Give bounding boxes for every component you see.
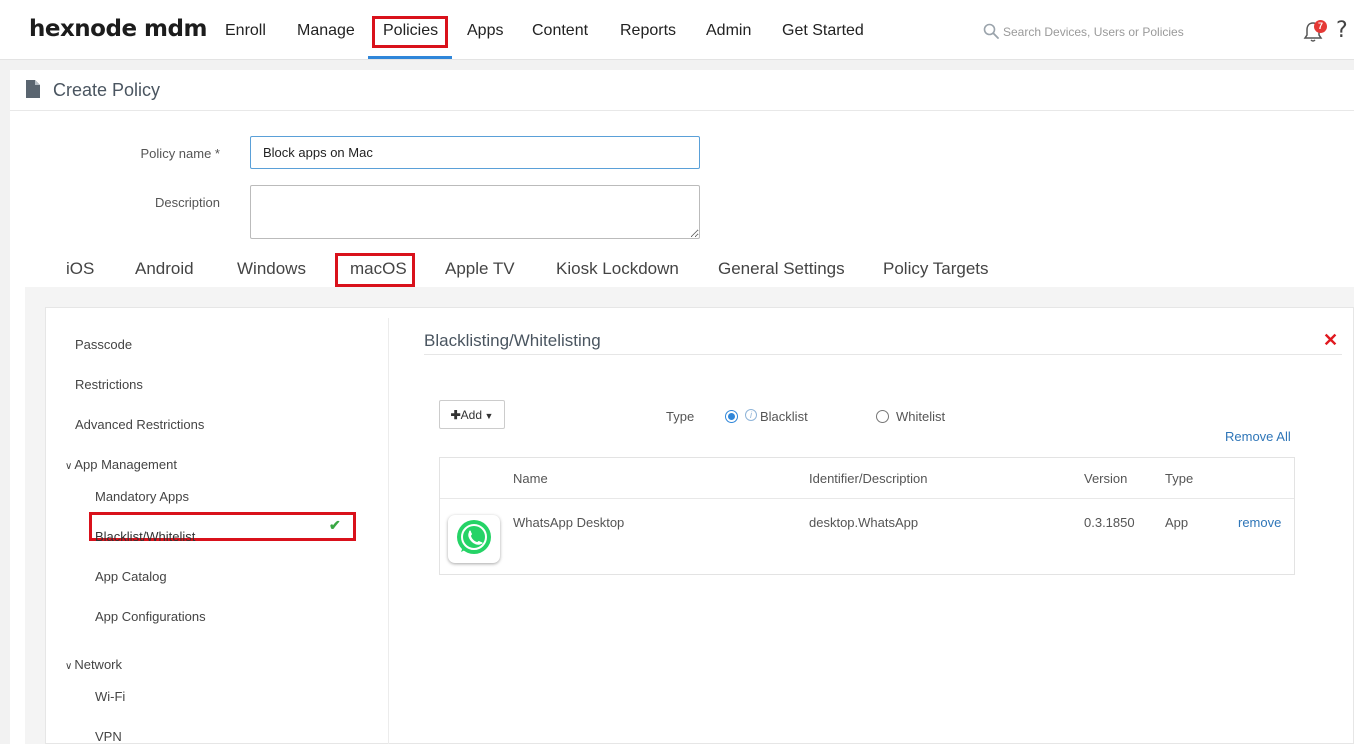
notification-badge: 7 bbox=[1314, 20, 1327, 33]
remove-all-link[interactable]: Remove All bbox=[1225, 429, 1291, 444]
column-header-version: Version bbox=[1084, 471, 1128, 486]
section-divider bbox=[424, 354, 1342, 355]
blacklist-label[interactable]: Blacklist bbox=[760, 409, 808, 424]
app-name: WhatsApp Desktop bbox=[513, 515, 625, 530]
column-header-identifier: Identifier/Description bbox=[809, 471, 928, 486]
sidebar-item-wifi[interactable]: Wi-Fi bbox=[95, 689, 125, 704]
sidebar-group-app-management[interactable]: ∨ App Management bbox=[65, 457, 177, 472]
close-icon[interactable]: ✕ bbox=[1323, 330, 1338, 351]
policy-settings-panel: Passcode Restrictions Advanced Restricti… bbox=[45, 307, 1354, 744]
column-header-name: Name bbox=[513, 471, 548, 486]
sidebar-group-label: Network bbox=[74, 657, 123, 672]
apps-table: Name Identifier/Description Version Type… bbox=[439, 457, 1295, 575]
tab-windows[interactable]: Windows bbox=[237, 259, 306, 279]
sidebar-item-advanced-restrictions[interactable]: Advanced Restrictions bbox=[75, 417, 204, 432]
policies-highlight-box bbox=[372, 16, 448, 48]
tab-android[interactable]: Android bbox=[135, 259, 194, 279]
info-icon[interactable]: i bbox=[745, 409, 757, 421]
whitelist-radio[interactable] bbox=[876, 410, 889, 423]
chevron-down-icon: ∨ bbox=[65, 461, 73, 472]
column-header-type: Type bbox=[1165, 471, 1194, 486]
sidebar-group-network[interactable]: ∨ Network bbox=[65, 657, 122, 672]
active-nav-indicator bbox=[368, 56, 452, 59]
nav-apps[interactable]: Apps bbox=[467, 22, 503, 40]
nav-content[interactable]: Content bbox=[532, 22, 588, 40]
table-header: Name Identifier/Description Version Type bbox=[440, 458, 1294, 499]
policy-name-label: Policy name * bbox=[140, 146, 220, 161]
plus-icon: ✚ bbox=[450, 407, 461, 422]
caret-down-icon: ▼ bbox=[482, 410, 494, 421]
sidebar-item-mandatory-apps[interactable]: Mandatory Apps bbox=[95, 489, 189, 504]
whatsapp-icon bbox=[448, 515, 500, 563]
app-type: App bbox=[1165, 515, 1189, 530]
section-title: Blacklisting/Whitelisting bbox=[424, 331, 601, 350]
checkmark-icon: ✔ bbox=[329, 517, 341, 533]
sidebar-item-vpn[interactable]: VPN bbox=[95, 729, 122, 744]
add-button[interactable]: ✚Add ▼ bbox=[439, 400, 505, 429]
search-icon bbox=[983, 23, 999, 39]
page-title: Create Policy bbox=[53, 80, 161, 100]
tab-apple-tv[interactable]: Apple TV bbox=[445, 259, 515, 279]
sidebar-item-restrictions[interactable]: Restrictions bbox=[75, 377, 143, 392]
nav-reports[interactable]: Reports bbox=[620, 22, 676, 40]
type-label: Type bbox=[666, 409, 695, 424]
sidebar-divider bbox=[388, 318, 389, 744]
add-button-label: Add bbox=[460, 407, 482, 422]
app-identifier: desktop.WhatsApp bbox=[809, 515, 919, 530]
description-label: Description bbox=[154, 195, 220, 210]
document-icon bbox=[26, 80, 40, 98]
macos-highlight-box bbox=[335, 253, 415, 287]
remove-app-link[interactable]: remove bbox=[1238, 515, 1281, 530]
sidebar-item-passcode[interactable]: Passcode bbox=[75, 337, 132, 352]
sidebar-item-app-catalog[interactable]: App Catalog bbox=[95, 569, 167, 584]
tab-policy-targets[interactable]: Policy Targets bbox=[883, 259, 989, 279]
blacklist-radio[interactable] bbox=[725, 410, 738, 423]
sidebar-item-app-configurations[interactable]: App Configurations bbox=[95, 609, 206, 624]
search-input[interactable] bbox=[1003, 20, 1263, 44]
nav-get-started[interactable]: Get Started bbox=[782, 22, 864, 40]
tab-kiosk-lockdown[interactable]: Kiosk Lockdown bbox=[556, 259, 679, 279]
description-textarea[interactable] bbox=[250, 185, 700, 239]
policy-name-input[interactable] bbox=[250, 136, 700, 169]
help-icon[interactable]: ? bbox=[1336, 18, 1348, 43]
nav-admin[interactable]: Admin bbox=[706, 22, 751, 40]
page-header: Create Policy bbox=[10, 70, 1354, 111]
nav-manage[interactable]: Manage bbox=[297, 22, 355, 40]
top-navbar: hexnode mdm Enroll Manage Policies Apps … bbox=[0, 0, 1354, 60]
app-version: 0.3.1850 bbox=[1084, 515, 1135, 530]
hexnode-logo[interactable]: hexnode mdm bbox=[29, 16, 207, 42]
chevron-down-icon: ∨ bbox=[65, 661, 73, 672]
sidebar-item-blacklist-whitelist[interactable]: Blacklist/Whitelist bbox=[95, 529, 195, 544]
sidebar-group-label: App Management bbox=[74, 457, 177, 472]
tab-general-settings[interactable]: General Settings bbox=[718, 259, 845, 279]
tab-ios[interactable]: iOS bbox=[66, 259, 94, 279]
nav-enroll[interactable]: Enroll bbox=[225, 22, 266, 40]
whitelist-label[interactable]: Whitelist bbox=[896, 409, 945, 424]
